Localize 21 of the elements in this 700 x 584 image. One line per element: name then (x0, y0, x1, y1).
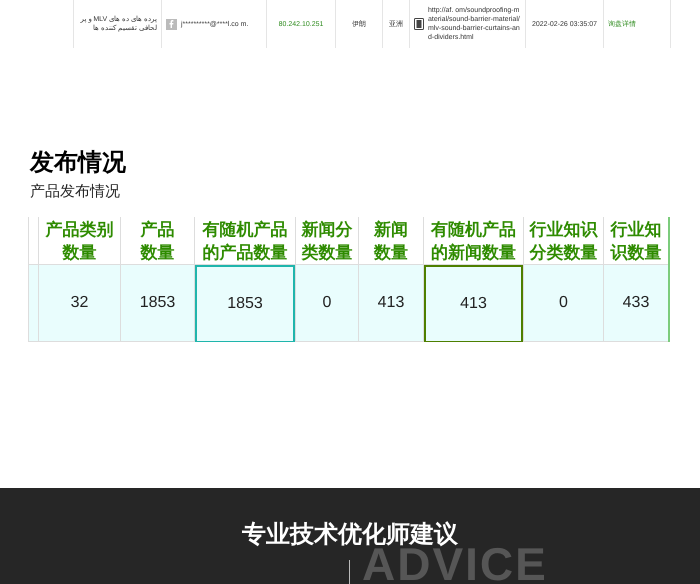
section-title: 发布情况 (30, 148, 127, 178)
table-cell: 1853 (195, 265, 295, 342)
footer-title: 专业技术优化师建议 (241, 522, 458, 548)
column-header: 有随机产品的产品数量 (201, 218, 288, 264)
column-header: 有随机产品的新闻数量 (430, 218, 517, 264)
facebook-icon (166, 18, 177, 30)
table-cell: 0 (296, 265, 358, 342)
table-cell: 1853 (121, 265, 194, 342)
table-cell: 32 (39, 265, 120, 342)
table-cell: 433 (604, 265, 668, 342)
section-subtitle: 产品发布情况 (30, 182, 121, 202)
column-header: 新闻数量 (372, 218, 409, 264)
column-header: 新闻分类数量 (300, 218, 354, 264)
table-cell: 413 (359, 265, 423, 342)
device-icon (414, 18, 424, 30)
column-header: 产品类别数量 (44, 218, 114, 264)
table-cell: 413 (424, 265, 523, 342)
column-header: 行业知识分类数量 (528, 218, 599, 264)
column-header: 产品数量 (139, 218, 176, 264)
column-header: 行业知识数量 (609, 218, 662, 264)
table-cell: 0 (524, 265, 603, 342)
